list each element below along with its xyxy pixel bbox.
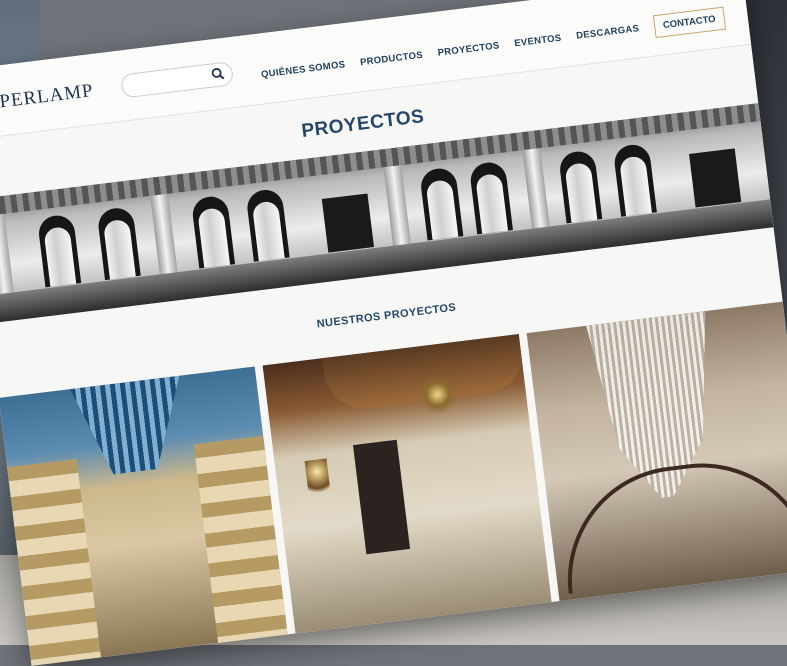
chandelier-icon: [415, 372, 460, 417]
main-nav: QUIÉNES SOMOS PRODUCTOS PROYECTOS EVENTO…: [260, 6, 726, 87]
glass-roof: [70, 376, 190, 479]
nav-item-proyectos[interactable]: PROYECTOS: [437, 40, 500, 58]
project-card-gallery-arcade[interactable]: [0, 366, 288, 666]
search-input[interactable]: [120, 61, 235, 99]
nav-item-productos[interactable]: PRODUCTOS: [359, 50, 423, 69]
search-icon[interactable]: [210, 66, 226, 82]
site-logo[interactable]: RIPERLAMP: [0, 80, 95, 116]
hero-banner-image: [0, 103, 774, 324]
nav-item-descargas[interactable]: DESCARGAS: [576, 23, 640, 42]
stair-railing: [554, 450, 787, 594]
contact-button[interactable]: CONTACTO: [652, 6, 726, 39]
banner-arch: [419, 166, 464, 241]
banner-arch: [558, 149, 603, 224]
banner-arch: [612, 142, 657, 217]
arcade-wall: [193, 435, 288, 643]
nav-item-quienes-somos[interactable]: QUIÉNES SOMOS: [261, 59, 346, 80]
project-card-lobby[interactable]: [262, 334, 552, 634]
banner-arch: [190, 194, 236, 269]
banner-arch: [36, 213, 82, 288]
project-card-crystal-chandelier[interactable]: [526, 301, 787, 602]
banner-doorway: [321, 193, 375, 253]
website-screen: RIPERLAMP QUIÉNES SOMOS PRODUCTOS PROYEC…: [0, 0, 787, 666]
banner-arch: [245, 187, 290, 262]
doorway: [352, 439, 411, 555]
banner-doorway: [689, 148, 742, 208]
banner-arch: [468, 160, 513, 235]
nav-item-eventos[interactable]: EVENTOS: [514, 33, 562, 50]
wall-lamp-icon: [304, 458, 332, 501]
banner-arch: [96, 206, 141, 281]
